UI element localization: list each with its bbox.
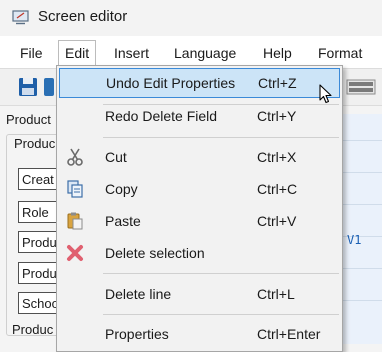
row-divider (342, 140, 382, 141)
menu-insert[interactable]: Insert (108, 40, 155, 66)
menu-item-label: Properties (105, 326, 169, 342)
menu-item-properties[interactable]: Properties Ctrl+Enter (57, 319, 342, 349)
menu-item-redo[interactable]: Redo Delete Field Ctrl+Y (57, 101, 342, 131)
menu-item-shortcut: Ctrl+C (257, 181, 298, 197)
product-tab[interactable]: Product (6, 110, 51, 130)
menu-item-copy[interactable]: Copy Ctrl+C (57, 174, 342, 204)
menu-file[interactable]: File (14, 40, 49, 66)
save-icon[interactable] (18, 77, 38, 97)
grid-layout-icon[interactable] (346, 78, 376, 96)
property-column (342, 114, 382, 344)
row-divider (342, 204, 382, 205)
menu-edit[interactable]: Edit (58, 40, 97, 67)
scissors-icon (67, 148, 83, 166)
menu-item-shortcut: Ctrl+Z (258, 75, 297, 91)
delete-x-icon (67, 245, 83, 261)
menu-item-delete-selection[interactable]: Delete selection (57, 238, 342, 268)
menu-item-label: Delete selection (105, 245, 205, 261)
value-v1: V1 (347, 233, 362, 247)
menu-language[interactable]: Language (168, 40, 242, 66)
menu-item-label: Paste (105, 213, 141, 229)
title-bar: Screen editor (0, 0, 382, 36)
mouse-pointer-icon (319, 84, 332, 104)
group-label: Produc (12, 136, 58, 151)
row-divider (342, 300, 382, 301)
menu-help[interactable]: Help (257, 40, 298, 66)
menu-item-label: Delete line (105, 286, 172, 302)
menu-item-label: Redo Delete Field (105, 108, 218, 124)
menu-item-paste[interactable]: Paste Ctrl+V (57, 206, 342, 236)
bottom-group-label: Produc (12, 322, 54, 337)
paste-icon (67, 212, 83, 230)
separator (103, 137, 339, 138)
menu-item-cut[interactable]: Cut Ctrl+X (57, 142, 342, 172)
menu-item-shortcut: Ctrl+V (257, 213, 297, 229)
menu-item-shortcut: Ctrl+X (257, 149, 297, 165)
row-divider (342, 268, 382, 269)
menu-item-label: Copy (105, 181, 138, 197)
menu-item-shortcut: Ctrl+L (257, 286, 295, 302)
separator (103, 273, 339, 274)
menu-item-label: Cut (105, 149, 127, 165)
menu-item-delete-line[interactable]: Delete line Ctrl+L (57, 279, 342, 309)
window-title: Screen editor (38, 8, 128, 25)
edit-menu-dropdown: Undo Edit Properties Ctrl+Z Redo Delete … (56, 65, 343, 352)
menu-bar: File Edit Insert Language Help Format (0, 40, 382, 67)
menu-item-undo[interactable]: Undo Edit Properties Ctrl+Z (59, 68, 340, 98)
menu-format[interactable]: Format (312, 40, 368, 66)
menu-item-shortcut: Ctrl+Enter (257, 326, 321, 342)
menu-item-label: Undo Edit Properties (106, 75, 236, 91)
copy-icon (67, 180, 83, 198)
separator (103, 314, 339, 315)
screen-editor-app-icon (12, 10, 29, 25)
menu-item-shortcut: Ctrl+Y (257, 108, 297, 124)
toolbar-button-partial[interactable] (44, 78, 54, 96)
row-divider (342, 172, 382, 173)
